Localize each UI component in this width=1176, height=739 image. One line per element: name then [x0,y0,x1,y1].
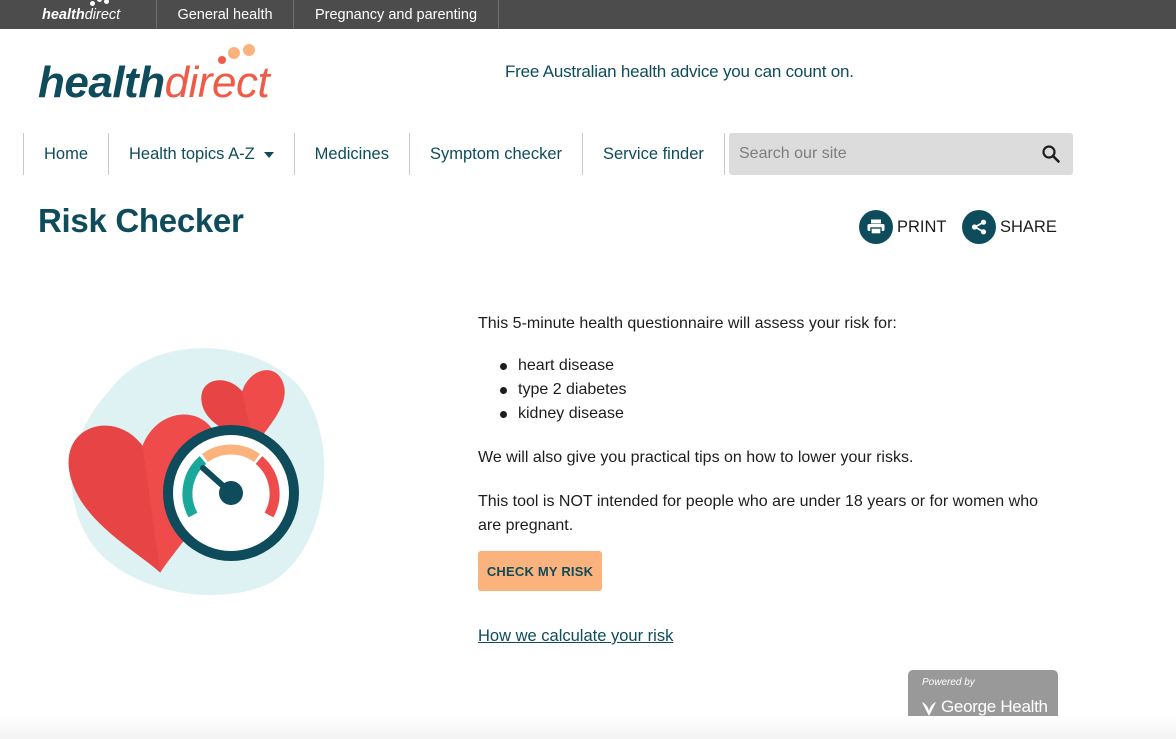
main-nav: Home Health topics A-Z Medicines Symptom… [23,133,725,175]
logo-wordmark: healthdirect [38,58,270,108]
nav-item-symptom-checker[interactable]: Symptom checker [408,133,582,175]
nav-item-health-topics-label: Health topics A-Z [129,144,255,163]
print-button[interactable]: PRINT [859,210,947,244]
intro-text: This 5-minute health questionnaire will … [478,315,897,332]
risk-checker-content: This 5-minute health questionnaire will … [478,312,1058,538]
gauge-icon [163,425,299,561]
site-tagline: Free Australian health advice you can co… [505,62,854,81]
how-we-calculate-link[interactable]: How we calculate your risk [478,627,673,646]
share-label: SHARE [1000,217,1057,236]
share-icon [962,210,996,244]
topbar-logo[interactable]: health direct [0,0,157,29]
list-item: kidney disease [478,402,1058,426]
logo-dot-icon [228,47,240,59]
search-icon[interactable] [1041,144,1061,164]
george-health-leaf-icon [922,702,936,716]
page-bottom-shade [0,716,1176,739]
topbar-link-pregnancy-parenting[interactable]: Pregnancy and parenting [294,0,499,29]
powered-by-brand: George Health [941,697,1048,716]
search-box [729,133,1073,175]
chevron-down-icon [263,152,274,158]
risk-list: heart disease type 2 diabetes kidney dis… [478,354,1058,426]
search-input[interactable] [739,145,1029,163]
site-logo[interactable]: healthdirect [38,44,288,108]
list-item: type 2 diabetes [478,378,1058,402]
disclaimer-text: This tool is NOT intended for people who… [478,493,1038,534]
page-title: Risk Checker [38,202,244,239]
list-item: heart disease [478,354,1058,378]
logo-part-direct: direct [164,58,270,107]
print-icon [859,210,893,244]
topbar-logo-light: direct [84,6,121,23]
nav-item-home[interactable]: Home [23,133,108,175]
logo-dot-icon [218,56,226,64]
logo-dot-icon [243,44,255,56]
nav-item-medicines[interactable]: Medicines [293,133,409,175]
topbar-logo-bold: health [42,6,85,23]
powered-by-label: Powered by [922,677,975,688]
check-my-risk-button[interactable]: CHECK MY RISK [478,551,602,591]
logo-part-health: health [38,58,165,107]
print-label: PRINT [897,217,947,236]
nav-item-service-finder[interactable]: Service finder [582,133,725,175]
heart-gauge-illustration [68,348,325,596]
topbar-link-general-health[interactable]: General health [157,0,294,29]
share-button[interactable]: SHARE [962,210,1057,244]
tips-text: We will also give you practical tips on … [478,449,914,466]
top-utility-bar: health direct General health Pregnancy an… [0,0,1176,29]
nav-item-health-topics[interactable]: Health topics A-Z [108,133,294,175]
